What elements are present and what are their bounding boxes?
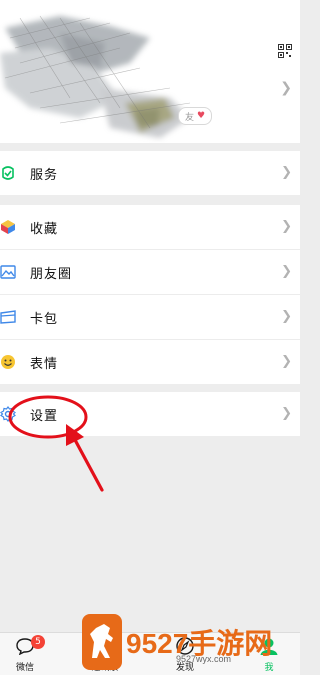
qr-code-icon[interactable] bbox=[278, 44, 292, 58]
menu-label-favorites: 收藏 bbox=[30, 221, 59, 237]
menu-item-cards[interactable]: 卡包 ❯ bbox=[0, 295, 300, 339]
status-text: 友 bbox=[185, 112, 195, 123]
unread-badge: 5 bbox=[31, 635, 45, 649]
chevron-right-icon: ❯ bbox=[281, 354, 292, 369]
tab-chats[interactable]: 5 微信 bbox=[0, 635, 50, 673]
menu-item-stickers[interactable]: 表情 ❯ bbox=[0, 340, 300, 384]
annotation-arrow-shaft bbox=[72, 436, 104, 492]
chevron-right-icon: ❯ bbox=[280, 80, 292, 96]
horse-logo-icon bbox=[82, 614, 122, 670]
chevron-right-icon: ❯ bbox=[281, 406, 292, 421]
chevron-right-icon: ❯ bbox=[281, 264, 292, 279]
card-wallet-icon bbox=[0, 309, 16, 325]
chevron-right-icon: ❯ bbox=[281, 219, 292, 234]
tab-label-chats: 微信 bbox=[15, 663, 34, 673]
heart-icon: ♥ bbox=[197, 111, 206, 121]
menu-label-service: 服务 bbox=[30, 167, 59, 183]
chevron-right-icon: ❯ bbox=[281, 165, 292, 180]
menu-item-favorites[interactable]: 收藏 ❯ bbox=[0, 205, 300, 249]
menu-item-settings[interactable]: 设置 ❯ bbox=[0, 392, 300, 436]
smiley-sticker-icon bbox=[0, 354, 16, 370]
menu-label-cards: 卡包 bbox=[30, 311, 59, 327]
settings-gear-icon bbox=[0, 406, 16, 422]
menu-label-moments: 朋友圈 bbox=[30, 266, 73, 282]
service-icon bbox=[0, 165, 16, 181]
status-pill[interactable]: 友 ♥ bbox=[178, 107, 213, 125]
site-watermark: 9527手游网 9527wyx.com bbox=[80, 610, 300, 674]
profile-header[interactable]: ❯ 友 ♥ bbox=[0, 0, 300, 143]
chevron-right-icon: ❯ bbox=[281, 309, 292, 324]
favorites-cube-icon bbox=[0, 219, 16, 235]
menu-item-service[interactable]: 服务 ❯ bbox=[0, 151, 300, 195]
moments-photo-icon bbox=[0, 264, 16, 280]
menu-label-stickers: 表情 bbox=[30, 356, 59, 372]
watermark-url: 9527wyx.com bbox=[176, 654, 232, 664]
menu-label-settings: 设置 bbox=[30, 408, 59, 424]
menu-item-moments[interactable]: 朋友圈 ❯ bbox=[0, 250, 300, 294]
